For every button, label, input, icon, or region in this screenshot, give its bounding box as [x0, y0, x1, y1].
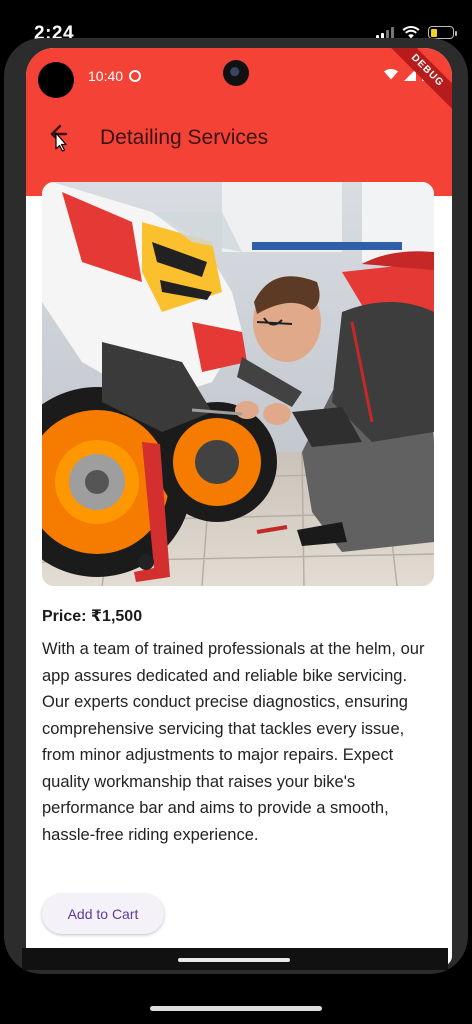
inner-status-time: 10:40 [88, 68, 142, 84]
app-viewport: 10:40 DEBUG Detailing Services Price: ₹1… [26, 48, 452, 966]
wifi-icon [384, 69, 398, 80]
home-indicator[interactable] [178, 958, 290, 962]
back-button[interactable] [40, 120, 74, 154]
battery-icon [428, 26, 457, 39]
add-to-cart-button[interactable]: Add to Cart [42, 894, 164, 934]
cellular-signal-icon [376, 26, 394, 39]
price-label: Price: ₹1,500 [42, 608, 143, 625]
app-bar: 10:40 DEBUG Detailing Services [26, 48, 452, 196]
sync-icon [129, 70, 142, 82]
page-title: Detailing Services [100, 126, 269, 149]
product-description: With a team of trained professionals at … [42, 640, 425, 844]
screen: 2:24 10:40 DEBUG Detailing Services Pric… [0, 0, 472, 1024]
product-image [42, 182, 434, 586]
phone-frame: 10:40 DEBUG Detailing Services Price: ₹1… [4, 38, 468, 974]
front-camera [223, 60, 249, 86]
camera-cutout [38, 62, 74, 98]
debug-banner: DEBUG [381, 48, 452, 117]
arrow-back-icon [50, 124, 68, 152]
outer-home-indicator[interactable] [150, 1006, 322, 1011]
inner-clock: 10:40 [88, 68, 124, 84]
